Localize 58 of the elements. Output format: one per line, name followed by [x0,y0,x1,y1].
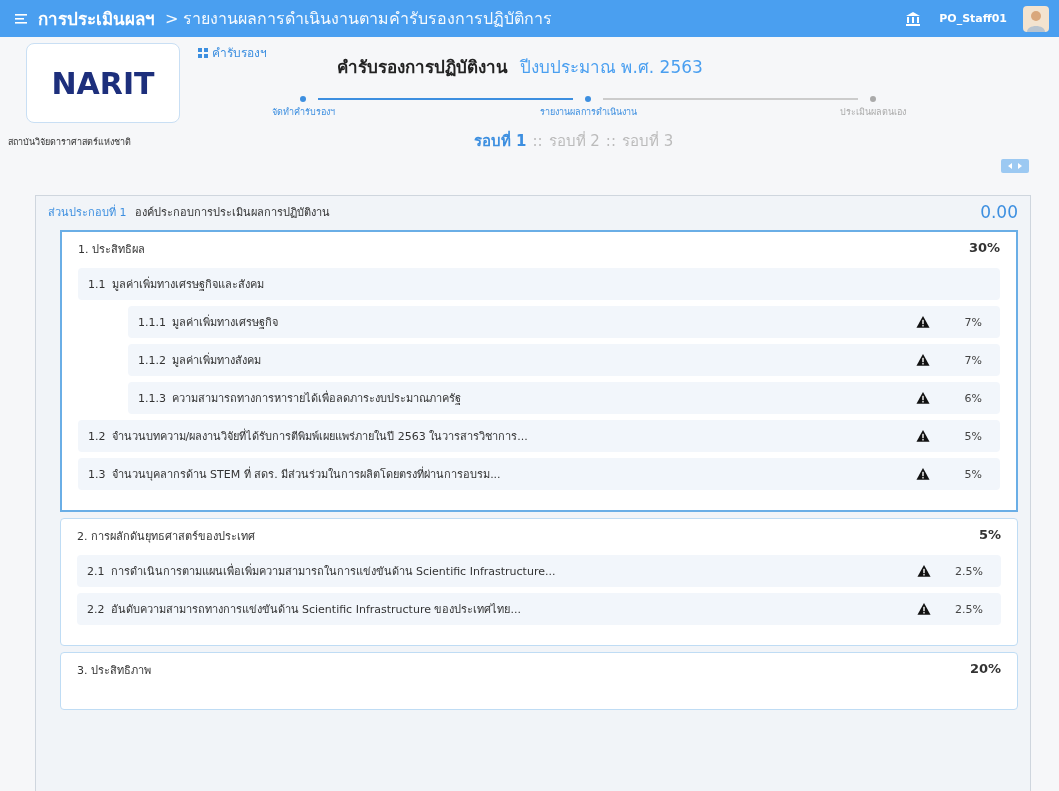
breadcrumb: > รายงานผลการดำเนินงานตามคำรับรองการปฏิบัติการ [165,8,553,30]
indicator-title: อันดับความสามารถทางการแข่งขันด้าน Scientific Infrastructure ของประเทศไทย... [110,602,521,618]
indicator-title: ความสามารถทางการหารายได้เพื่อลดภาระงบประมาณภาครัฐ [172,389,461,407]
group-weight: 5% [978,527,1001,544]
indicator-row[interactable]: 1.3 จำนวนบุคลากรด้าน STEM ที่ สดร. มีส่วนร่วมในการผลิตโดยตรงที่ผ่านการอบรม... 5% [78,458,1000,490]
arrows-icon [1007,161,1023,171]
group-title: 2. การผลักดันยุทธศาสตร์ของประเทศ [77,529,255,545]
group-card[interactable] [60,518,1018,646]
menu-icon [14,11,28,26]
group-card[interactable]: 3. ประสิทธิภาพ 20% [60,652,1018,710]
fiscal-year: ปีงบประมาณ พ.ศ. 2563 [520,56,703,79]
round-separator: :: [605,132,616,150]
indicator-row[interactable]: 1.1.1 มูลค่าเพิ่มทางเศรษฐกิจ 7% [128,306,1000,338]
indicator-number: 1.1.1 [138,315,166,329]
section-score: 0.00 [980,202,1018,222]
group-title: 1. ประสิทธิผล [78,242,145,258]
indicator-title: จำนวนบทความ/ผลงานวิจัยที่ได้รับการตีพิมพ์เผยแพร่ภายในปี 2563 ในวารสารวิชาการ... [111,427,528,445]
indicator-title: มูลค่าเพิ่มทางเศรษฐกิจ [172,313,278,331]
group-weight: 30% [968,240,1000,257]
indicator-number: 1.2 [88,429,106,443]
indicator-number: 2.1 [87,564,105,578]
indicator-weight: 2.5% [954,564,983,578]
indicator-weight: 7% [963,353,982,367]
indicator-title: มูลค่าเพิ่มทางสังคม [172,351,261,369]
indicator-title: การดำเนินการตามแผนเพื่อเพิ่มความสามารถในการแข่งขันด้าน Scientific Infrastructure... [110,562,556,580]
indicator-title: จำนวนบุคลากรด้าน STEM ที่ สดร. มีส่วนร่วมในการผลิตโดยตรงที่ผ่านการอบรม... [111,465,501,483]
indicator-number: 1.1 [88,277,106,291]
group-title: 3. ประสิทธิภาพ [77,663,151,679]
logo-text: NARIT [51,65,155,101]
indicator-row[interactable]: 1.1.3 ความสามารถทางการหารายได้เพื่อลดภาระงบประมาณภาครัฐ 6% [128,382,1000,414]
indicator-number: 2.2 [87,602,105,616]
section-label: ส่วนประกอบที่ 1 [48,203,127,221]
indicator-row[interactable]: 1.2 จำนวนบทความ/ผลงานวิจัยที่ได้รับการตีพิมพ์เผยแพร่ภายในปี 2563 ในวารสารวิชาการ... 5% [78,420,1000,452]
indicator-weight: 5% [963,467,982,481]
round-separator: :: [532,132,543,150]
page-title: คำรับรองการปฏิบัติงาน [337,56,508,79]
building-icon [905,10,922,27]
indicator-weight: 7% [963,315,982,329]
indicator-weight: 6% [963,391,982,405]
group-card[interactable] [60,230,1018,512]
avatar-icon [1023,5,1049,32]
indicator-weight: 2.5% [954,602,983,616]
indicator-row[interactable]: 1.1 มูลค่าเพิ่มทางเศรษฐกิจและสังคม [78,268,1000,300]
group-weight: 20% [969,661,1001,678]
menu-button[interactable] [14,11,28,26]
nav-button[interactable] [1001,159,1029,173]
grid-icon [198,47,208,58]
indicator-number: 1.1.2 [138,353,166,367]
section-title: องค์ประกอบการประเมินผลการปฏิบัติงาน [134,205,330,221]
indicator-number: 1.3 [88,467,106,481]
indicator-weight: 5% [963,429,982,443]
indicator-row[interactable]: 2.1 การดำเนินการตามแผนเพื่อเพิ่มความสามารถในการแข่งขันด้าน Scientific Infrastructure... 2.5% [77,555,1001,587]
organization-name: สถาบันวิจัยดาราศาสตร์แห่งชาติ [8,136,131,149]
indicator-row[interactable]: 2.2 อันดับความสามารถทางการแข่งขันด้าน Scientific Infrastructure ของประเทศไทย... 2.5% [77,593,1001,625]
indicator-title: มูลค่าเพิ่มทางเศรษฐกิจและสังคม [111,275,264,293]
indicator-number: 1.1.3 [138,391,166,405]
indicator-row[interactable]: 1.1.2 มูลค่าเพิ่มทางสังคม 7% [128,344,1000,376]
module-title: การประเมินผลฯ [38,8,155,31]
